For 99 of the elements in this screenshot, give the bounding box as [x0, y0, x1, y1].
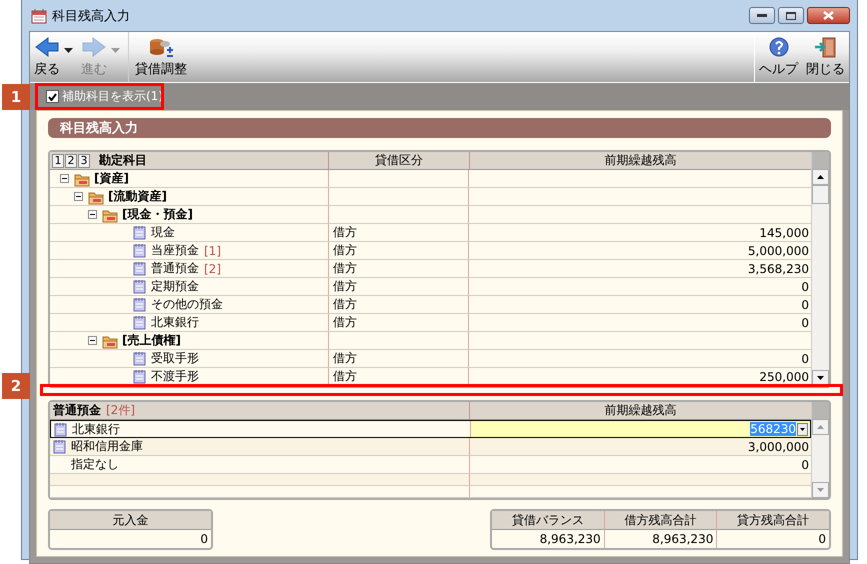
column-header: 貸借バランス — [492, 511, 604, 530]
caret-icon — [800, 428, 805, 430]
account-name: 定期預金 — [151, 278, 199, 295]
column-header: 勘定科目 — [99, 152, 147, 169]
toolbar-button[interactable]: 貸借調整 — [131, 32, 191, 78]
table-cell: 借方 — [333, 296, 357, 313]
level-button[interactable]: 3 — [78, 154, 90, 168]
collapse-icon[interactable] — [88, 336, 97, 345]
sub-account-name: 北東銀行 — [72, 420, 120, 438]
dropdown-button[interactable] — [797, 422, 808, 436]
scroll-thumb[interactable] — [812, 185, 829, 204]
selected-row[interactable]: 北東銀行 568230 — [50, 420, 811, 438]
table-cell: 0 — [801, 352, 809, 366]
collapse-icon[interactable] — [74, 192, 83, 201]
table-cell: 3,000,000 — [748, 440, 809, 454]
table-cell: 0 — [801, 316, 809, 330]
level-button[interactable]: 1 — [52, 154, 64, 168]
minimize-icon — [757, 14, 767, 18]
account-name: 受取手形 — [151, 350, 199, 367]
calendar-icon — [31, 8, 47, 24]
table-cell: 250,000 — [759, 370, 809, 384]
sub-account-name: 昭和信用金庫 — [71, 438, 143, 455]
coins-icon — [148, 36, 174, 58]
document-icon — [52, 439, 67, 454]
column-header: 前期繰越残高 — [604, 152, 678, 169]
account-name: [資産] — [94, 170, 129, 187]
maximize-button[interactable] — [778, 7, 804, 24]
account-name: [売上債権] — [122, 332, 181, 349]
column-header: 貸方残高合計 — [717, 511, 830, 530]
minimize-button[interactable] — [749, 7, 775, 24]
document-icon — [132, 225, 147, 240]
table-cell: 借方 — [333, 242, 357, 259]
section-header: 科目残高入力 — [48, 118, 831, 138]
document-icon — [132, 369, 147, 384]
down-arrow-icon — [817, 488, 824, 492]
down-arrow-icon — [817, 376, 824, 380]
column-header: 元入金 — [50, 511, 211, 530]
maximize-icon — [786, 12, 796, 20]
callout-number: 2 — [2, 373, 30, 399]
close-icon — [823, 11, 834, 20]
count-tag: [2件] — [106, 402, 135, 419]
table-cell-text: 0 — [199, 531, 209, 548]
document-icon — [132, 297, 147, 312]
table-cell: 5,000,000 — [748, 244, 809, 258]
table-row[interactable]: 昭和信用金庫 3,000,000 — [50, 438, 811, 456]
column-header: 貸借区分 — [329, 152, 470, 169]
window-title: 科目残高入力 — [52, 8, 130, 24]
table-cell-text: 8,963,230 — [538, 531, 602, 548]
count-tag: [2] — [204, 262, 221, 276]
checkbox[interactable] — [46, 90, 59, 103]
toolbar-button[interactable]: ヘルプ — [755, 32, 802, 78]
callout-number: 1 — [2, 84, 30, 110]
table-cell: 0 — [801, 280, 809, 294]
account-name: その他の預金 — [151, 296, 223, 313]
door-icon — [812, 36, 838, 58]
up-arrow-icon — [817, 425, 824, 429]
forward-arrow-icon — [81, 36, 107, 58]
account-name: 当座預金 — [151, 242, 199, 259]
document-icon — [132, 351, 147, 366]
table-cell: 3,568,230 — [748, 262, 809, 276]
sub-account-name: 指定なし — [71, 456, 119, 473]
column-header: 借方残高合計 — [604, 511, 716, 530]
table-cell: 0 — [801, 458, 809, 472]
grid-title: 普通預金 — [53, 402, 101, 419]
account-name: [流動資産] — [108, 188, 167, 205]
close-button[interactable] — [807, 7, 850, 24]
table-cell: 借方 — [333, 260, 357, 277]
table-cell: 借方 — [333, 314, 357, 331]
table-cell: 0 — [801, 298, 809, 312]
table-cell: 借方 — [333, 224, 357, 241]
column-header: 前期繰越残高 — [604, 402, 678, 419]
account-name: 不渡手形 — [151, 368, 199, 385]
account-name: 北東銀行 — [151, 314, 199, 331]
level-button[interactable]: 2 — [65, 154, 77, 168]
document-icon — [53, 422, 68, 436]
scrollbar[interactable] — [811, 152, 829, 386]
table-cell-text: 8,963,230 — [651, 531, 714, 548]
table-cell: 借方 — [333, 278, 357, 295]
scroll-up-button[interactable] — [812, 169, 829, 185]
up-arrow-icon — [817, 175, 824, 179]
document-icon — [132, 279, 147, 294]
document-icon — [132, 243, 147, 258]
account-name: [現金・預金] — [122, 206, 193, 223]
document-icon — [132, 261, 147, 276]
account-name: 現金 — [151, 224, 175, 241]
table-cell: 145,000 — [759, 226, 809, 240]
table-cell: 借方 — [333, 350, 357, 367]
collapse-icon[interactable] — [60, 174, 69, 183]
back-arrow-icon — [34, 36, 60, 58]
count-tag: [1] — [204, 244, 221, 258]
toolbar-button[interactable]: 閉じる — [802, 32, 849, 78]
collapse-icon[interactable] — [88, 210, 97, 219]
toolbar-button[interactable]: 戻る — [30, 32, 64, 78]
table-cell: 借方 — [333, 368, 357, 385]
scrollbar-header — [812, 402, 829, 419]
account-name: 普通預金 — [151, 260, 199, 277]
scrollbar-header — [812, 152, 829, 169]
table-cell-text: 0 — [817, 531, 828, 548]
document-icon — [132, 315, 147, 330]
